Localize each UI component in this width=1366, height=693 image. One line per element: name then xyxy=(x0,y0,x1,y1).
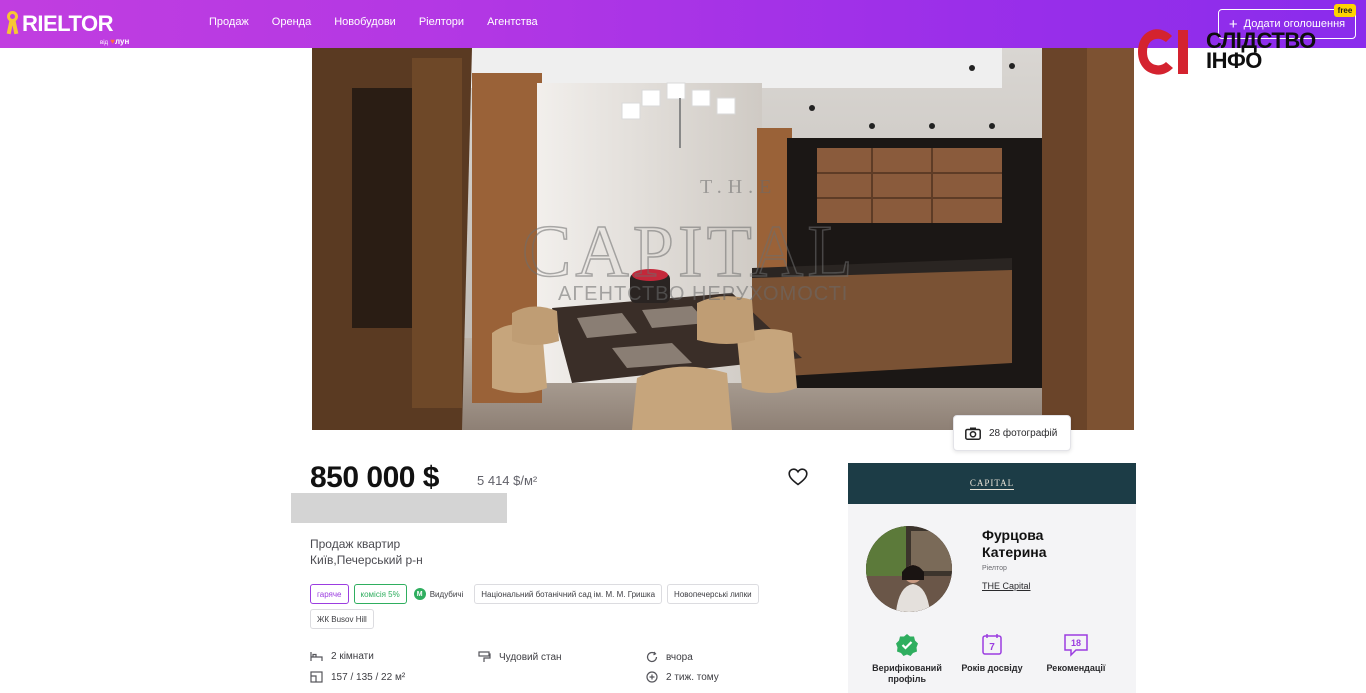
spec-updated: вчора xyxy=(646,651,693,663)
verified-check-icon xyxy=(896,634,918,656)
svg-text:АГЕНТСТВО НЕРУХОМОСТІ: АГЕНТСТВО НЕРУХОМОСТІ xyxy=(558,283,848,305)
listing-tags: гаряче комісія 5% М Видубичі Національни… xyxy=(310,584,820,629)
slidstvo-info-logo xyxy=(1138,29,1188,75)
logo-subtitle: від ♥лун xyxy=(100,37,130,46)
agent-agency-link[interactable]: THE Capital xyxy=(982,581,1031,591)
calendar-icon: 7 xyxy=(982,634,1002,655)
svg-text:T.H.E: T.H.E xyxy=(700,176,777,198)
tag-landmark[interactable]: Новопечерські липки xyxy=(667,584,759,604)
badge-recommendations: 18 Рекомендації xyxy=(1033,633,1119,674)
listing-location: Київ,Печерський р-н xyxy=(310,553,423,567)
tag-commission[interactable]: комісія 5% xyxy=(353,584,407,604)
price-per-m2: 5 414 $/м² xyxy=(477,473,538,488)
tag-residential-complex[interactable]: ЖК Busov Hill xyxy=(310,609,374,629)
tag-metro[interactable]: М Видубичі xyxy=(411,584,470,604)
ribbon-icon xyxy=(6,11,20,37)
tag-landmark[interactable]: Національний ботанічний сад ім. М. М. Гр… xyxy=(474,584,663,604)
agent-photo-image xyxy=(866,526,952,612)
metro-station-label: Видубичі xyxy=(429,589,464,599)
agent-name[interactable]: Фурцова Катерина xyxy=(982,527,1102,561)
spec-published: 2 тиж. тому xyxy=(646,671,719,683)
nav-item-realtors[interactable]: Ріелтори xyxy=(419,16,464,28)
favorite-heart-icon[interactable] xyxy=(788,468,808,486)
redacted-address-block xyxy=(291,493,507,523)
svg-text:18: 18 xyxy=(1071,638,1081,648)
agent-avatar[interactable] xyxy=(866,526,952,612)
agent-card: CAPITAL Фурцова Катерина Ріелтор THE Cap… xyxy=(848,463,1136,693)
recommendations-icon: 18 xyxy=(1064,634,1088,657)
agency-logo-text: CAPITAL xyxy=(969,477,1015,490)
spec-condition: Чудовий стан xyxy=(478,651,562,663)
logo-text: RIELTOR xyxy=(22,11,114,36)
plus-circle-icon xyxy=(646,671,658,683)
listing-price: 850 000 $ xyxy=(310,461,439,494)
tag-hot[interactable]: гаряче xyxy=(310,584,349,604)
badge-experience: 7 Років досвіду xyxy=(949,633,1035,674)
rieltor-logo[interactable]: RIELTOR xyxy=(6,11,114,37)
floor-plan-icon xyxy=(310,671,323,683)
interior-photo-image: T.H.E CAPITAL АГЕНТСТВО НЕРУХОМОСТІ xyxy=(312,48,1134,430)
spec-rooms: 2 кімнати xyxy=(310,651,374,662)
bed-icon xyxy=(310,652,323,661)
agency-banner[interactable]: CAPITAL xyxy=(848,463,1136,504)
free-badge: free xyxy=(1334,4,1356,17)
nav-item-rent[interactable]: Оренда xyxy=(272,16,311,28)
badge-verified: Верифікований профіль xyxy=(864,633,950,685)
nav-item-agencies[interactable]: Агентства xyxy=(487,16,538,28)
nav-item-sale[interactable]: Продаж xyxy=(209,16,249,28)
agent-role: Ріелтор xyxy=(982,565,1007,572)
listing-photo[interactable]: T.H.E CAPITAL АГЕНТСТВО НЕРУХОМОСТІ xyxy=(312,48,1134,430)
deal-type: Продаж квартир xyxy=(310,537,401,551)
listing-specs: 2 кімнати 157 / 135 / 22 м² Чудовий стан… xyxy=(310,651,830,691)
metro-icon: М xyxy=(413,588,426,600)
camera-icon xyxy=(965,427,981,440)
svg-text:CAPITAL: CAPITAL xyxy=(522,211,857,293)
nav-item-new-buildings[interactable]: Новобудови xyxy=(334,16,396,28)
spec-area: 157 / 135 / 22 м² xyxy=(310,671,405,683)
photo-count-label: 28 фотографій xyxy=(989,427,1058,439)
svg-text:7: 7 xyxy=(989,642,995,653)
slidstvo-info-wordmark: СЛІДСТВО ІНФО xyxy=(1206,28,1316,73)
refresh-icon xyxy=(646,651,658,663)
main-nav: Продаж Оренда Новобудови Ріелтори Агентс… xyxy=(209,16,561,28)
photo-count-button[interactable]: 28 фотографій xyxy=(953,415,1071,451)
paint-roller-icon xyxy=(478,651,491,662)
